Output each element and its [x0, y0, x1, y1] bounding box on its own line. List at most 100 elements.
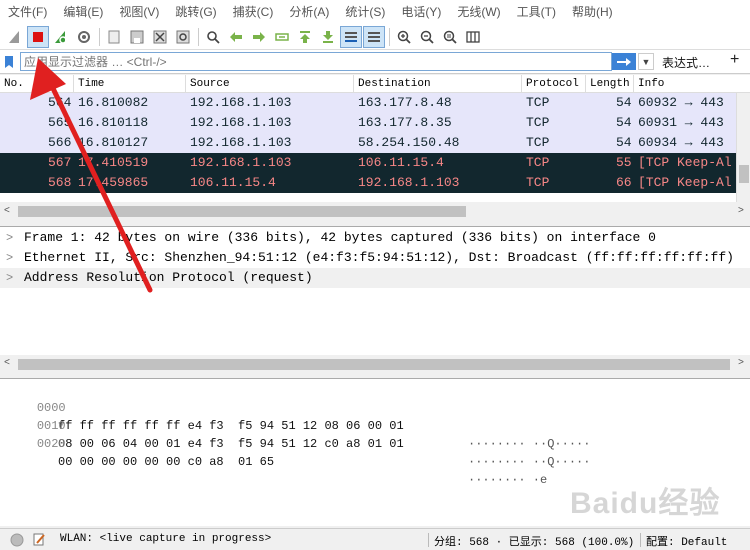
cell-time: 17.410519 — [78, 155, 149, 170]
save-icon — [130, 30, 144, 43]
stop-icon — [33, 31, 43, 42]
chevron-right-icon[interactable]: > — [738, 358, 744, 369]
zoom-in-icon — [397, 30, 411, 44]
expand-arrow-icon[interactable]: > — [6, 228, 13, 248]
column-header-no[interactable]: No. — [0, 75, 74, 93]
arrow-down-bar-icon — [323, 30, 333, 43]
toolbar-separator — [99, 27, 100, 46]
packet-list-header: No. Time Source Destination Protocol Len… — [0, 75, 750, 93]
menu-help[interactable]: 帮助(H) — [564, 0, 621, 24]
go-to-packet-button[interactable] — [271, 26, 293, 48]
detail-text: Frame 1: 42 bytes on wire (336 bits), 42… — [24, 230, 656, 245]
edit-comment-icon[interactable] — [32, 532, 46, 546]
colorize-button[interactable] — [363, 25, 385, 48]
go-forward-button[interactable] — [248, 26, 270, 48]
details-horizontal-scrollbar[interactable]: < > — [0, 355, 750, 373]
table-row[interactable]: 566 16.810127 192.168.1.103 58.254.150.4… — [0, 133, 736, 153]
cell-source: 192.168.1.103 — [190, 155, 292, 170]
arrow-left-icon — [230, 31, 242, 42]
reload-file-button[interactable] — [172, 26, 194, 48]
bytes-row[interactable]: 0010 08 00 06 04 00 01 e4 f3 f5 94 51 12… — [8, 399, 591, 469]
detail-row-ethernet[interactable]: > Ethernet II, Src: Shenzhen_94:51:12 (e… — [0, 248, 750, 268]
status-profile[interactable]: 配置: Default — [646, 533, 727, 549]
menu-view[interactable]: 视图(V) — [111, 0, 167, 24]
cell-length: 66 — [616, 175, 632, 190]
column-header-destination[interactable]: Destination — [354, 75, 522, 93]
menu-wireless[interactable]: 无线(W) — [449, 0, 508, 24]
save-file-button[interactable] — [126, 26, 148, 48]
zoom-out-button[interactable] — [416, 26, 438, 48]
bytes-ascii: ········ ··Q····· — [468, 455, 591, 469]
menu-bar: 文件(F) 编辑(E) 视图(V) 跳转(G) 捕获(C) 分析(A) 统计(S… — [0, 0, 750, 24]
start-capture-button[interactable] — [4, 26, 26, 48]
auto-scroll-button[interactable] — [340, 25, 362, 48]
bytes-row[interactable]: 0020 00 00 00 00 00 00 c0 a8 01 65 ·····… — [8, 417, 547, 487]
go-back-button[interactable] — [225, 26, 247, 48]
cell-protocol: TCP — [526, 115, 550, 130]
resize-columns-button[interactable] — [462, 26, 484, 48]
expand-arrow-icon[interactable]: > — [6, 268, 13, 288]
chevron-down-icon: ▼ — [641, 56, 651, 67]
column-header-length[interactable]: Length — [586, 75, 634, 93]
restart-capture-button[interactable] — [50, 26, 72, 48]
arrow-right-icon — [253, 31, 265, 42]
scrollbar-thumb[interactable] — [739, 165, 749, 183]
detail-text: Address Resolution Protocol (request) — [24, 270, 313, 285]
menu-telephony[interactable]: 电话(Y) — [393, 0, 449, 24]
file-icon — [108, 30, 120, 43]
cell-source: 192.168.1.103 — [190, 95, 292, 110]
cell-source: 192.168.1.103 — [190, 115, 292, 130]
table-row[interactable]: 565 16.810118 192.168.1.103 163.177.8.35… — [0, 113, 736, 133]
apply-filter-button[interactable] — [612, 53, 636, 70]
zoom-normal-button[interactable] — [439, 26, 461, 48]
expression-button[interactable]: 表达式… — [662, 54, 710, 71]
packet-list-vertical-scrollbar[interactable] — [736, 93, 750, 202]
cell-length: 54 — [616, 115, 632, 130]
menu-edit[interactable]: 编辑(E) — [55, 0, 111, 24]
first-packet-button[interactable] — [294, 26, 316, 48]
open-file-button[interactable] — [103, 26, 125, 48]
column-header-time[interactable]: Time — [74, 75, 186, 93]
last-packet-button[interactable] — [317, 26, 339, 48]
chevron-left-icon[interactable]: < — [4, 205, 10, 216]
cell-protocol: TCP — [526, 95, 550, 110]
zoom-in-button[interactable] — [393, 26, 415, 48]
column-header-source[interactable]: Source — [186, 75, 354, 93]
watermark: Baidu经验 — [570, 487, 721, 520]
expand-arrow-icon[interactable]: > — [6, 248, 13, 268]
table-row[interactable]: 568 17.459865 106.11.15.4 192.168.1.103 … — [0, 173, 736, 193]
menu-go[interactable]: 跳转(G) — [167, 0, 224, 24]
add-filter-button[interactable]: + — [730, 51, 739, 69]
chevron-left-icon[interactable]: < — [4, 358, 10, 369]
stop-capture-button[interactable] — [27, 25, 49, 48]
cell-no: 568 — [48, 175, 72, 190]
column-header-info[interactable]: Info — [634, 75, 736, 93]
menu-tools[interactable]: 工具(T) — [509, 0, 564, 24]
cell-destination: 58.254.150.48 — [358, 135, 460, 150]
detail-row-frame[interactable]: > Frame 1: 42 bytes on wire (336 bits), … — [0, 228, 750, 248]
close-file-button[interactable] — [149, 26, 171, 48]
menu-analyze[interactable]: 分析(A) — [281, 0, 337, 24]
bytes-row[interactable]: 0000 ff ff ff ff ff ff e4 f3 f5 94 51 12… — [8, 381, 591, 451]
detail-row-arp[interactable]: > Address Resolution Protocol (request) — [0, 268, 750, 288]
cell-length: 54 — [616, 135, 632, 150]
packet-list-horizontal-scrollbar[interactable]: < > — [0, 202, 750, 220]
cell-no: 565 — [48, 115, 72, 130]
bytes-offset: 0020 — [36, 437, 66, 451]
menu-file[interactable]: 文件(F) — [0, 0, 55, 24]
menu-statistics[interactable]: 统计(S) — [337, 0, 393, 24]
table-row[interactable]: 564 16.810082 192.168.1.103 163.177.8.48… — [0, 93, 736, 113]
toolbar-separator — [198, 27, 199, 46]
find-packet-button[interactable] — [202, 26, 224, 48]
column-header-protocol[interactable]: Protocol — [522, 75, 586, 93]
chevron-right-icon[interactable]: > — [738, 205, 744, 216]
menu-capture[interactable]: 捕获(C) — [225, 0, 282, 24]
filter-history-dropdown[interactable]: ▼ — [638, 53, 654, 70]
scrollbar-thumb[interactable] — [18, 206, 466, 217]
table-row[interactable]: 567 17.410519 192.168.1.103 106.11.15.4 … — [0, 153, 736, 173]
filter-bookmark-button[interactable] — [0, 52, 18, 72]
capture-options-button[interactable] — [73, 26, 95, 48]
display-filter-input[interactable] — [20, 52, 612, 71]
scrollbar-thumb[interactable] — [18, 359, 730, 370]
jump-icon — [275, 32, 289, 41]
